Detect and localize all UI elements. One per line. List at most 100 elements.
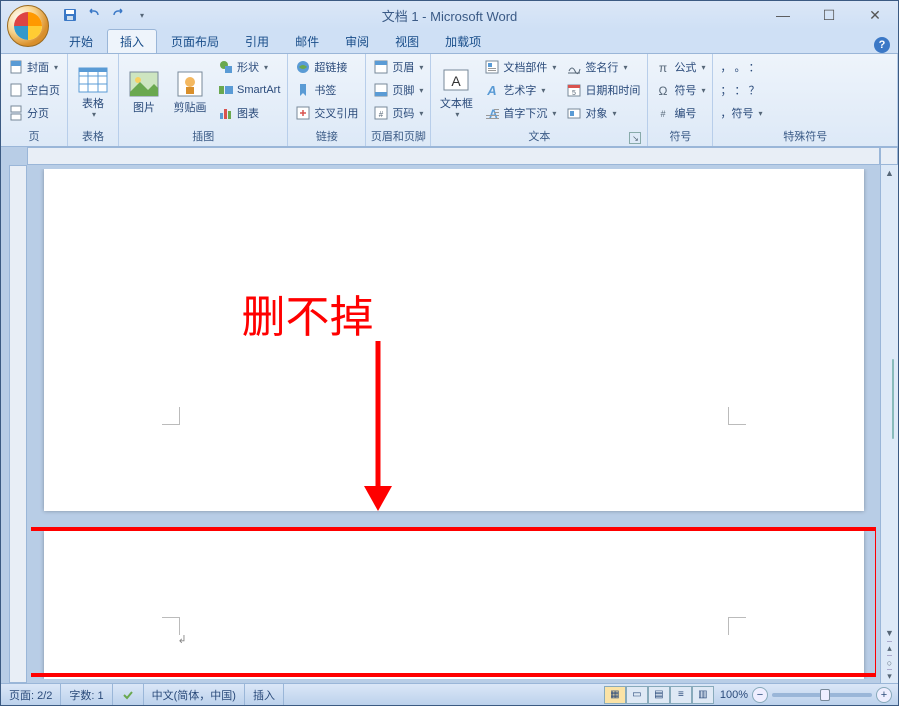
scroll-down-icon[interactable]: ▼ [881, 625, 898, 641]
page-number-button[interactable]: #页码▾ [370, 102, 426, 124]
group-label-text: 文本↘ [435, 126, 643, 146]
scroll-up-icon[interactable]: ▲ [881, 165, 898, 181]
tab-insert[interactable]: 插入 [107, 29, 157, 53]
redo-button[interactable] [107, 4, 129, 26]
table-button[interactable]: 表格▾ [72, 56, 114, 126]
vertical-ruler[interactable] [9, 165, 27, 683]
group-label-pages: 页 [5, 126, 63, 146]
smartart-button[interactable]: SmartArt [215, 79, 283, 101]
qat-customize[interactable]: ▾ [131, 4, 153, 26]
wordart-button[interactable]: A艺术字▾ [481, 79, 559, 101]
page-2[interactable]: ↲ [44, 531, 864, 679]
zoom-slider[interactable] [772, 693, 872, 697]
textbox-button[interactable]: A 文本框▾ [435, 56, 477, 126]
bookmark-button[interactable]: 书签 [292, 79, 361, 101]
cover-page-button[interactable]: 封面▾ [5, 56, 63, 78]
group-label-illustrations: 插图 [123, 126, 283, 146]
cross-reference-button[interactable]: 交叉引用 [292, 102, 361, 124]
blank-page-icon [8, 82, 24, 98]
page-1[interactable]: 删不掉 [44, 169, 864, 511]
punct-row-2[interactable]: ； ： ？ [717, 79, 765, 101]
shapes-button[interactable]: 形状▾ [215, 56, 283, 78]
view-full-screen[interactable]: ▭ [626, 686, 648, 704]
vertical-scrollbar[interactable]: ▲ ▼ ▴ ○ ▾ [880, 165, 898, 683]
browse-prev-icon[interactable]: ▴ [887, 641, 892, 655]
footer-button[interactable]: 页脚▾ [370, 79, 426, 101]
tab-view[interactable]: 视图 [383, 30, 431, 53]
help-icon[interactable]: ? [874, 37, 890, 53]
view-print-layout[interactable]: ▦ [604, 686, 626, 704]
tab-page-layout[interactable]: 页面布局 [159, 30, 231, 53]
word-window: ▾ 文档 1 - Microsoft Word — ☐ ✕ 开始 插入 页面布局… [0, 0, 899, 706]
undo-button[interactable] [83, 4, 105, 26]
status-language[interactable]: 中文(简体，中国) [144, 684, 245, 705]
blank-page-button[interactable]: 空白页 [5, 79, 63, 101]
group-symbols: π公式▾ Ω符号▾ #编号 符号 [648, 54, 713, 146]
close-button[interactable]: ✕ [852, 3, 898, 27]
tab-references[interactable]: 引用 [233, 30, 281, 53]
browse-object-icon[interactable]: ○ [887, 655, 892, 669]
view-draft[interactable]: ▥ [692, 686, 714, 704]
group-tables: 表格▾ 表格 [68, 54, 119, 146]
object-button[interactable]: 对象▾ [563, 102, 643, 124]
maximize-button[interactable]: ☐ [806, 3, 852, 27]
tab-mailings[interactable]: 邮件 [283, 30, 331, 53]
browse-next-icon[interactable]: ▾ [887, 669, 892, 683]
group-label-links: 链接 [292, 126, 361, 146]
numbering-icon: # [655, 105, 671, 121]
status-page[interactable]: 页面: 2/2 [1, 684, 61, 705]
page-canvas[interactable]: 删不掉 ↲ [31, 169, 876, 679]
textbox-icon: A [440, 64, 472, 96]
minimize-button[interactable]: — [760, 3, 806, 27]
picture-button[interactable]: 图片 [123, 56, 165, 126]
save-button[interactable] [59, 4, 81, 26]
ruler-toggle[interactable] [880, 147, 898, 165]
datetime-button[interactable]: 5日期和时间 [563, 79, 643, 101]
equation-icon: π [655, 59, 671, 75]
cross-ref-icon [295, 105, 311, 121]
status-proofing[interactable] [113, 684, 144, 705]
horizontal-ruler[interactable] [27, 147, 880, 165]
ribbon: 封面▾ 空白页 分页 页 表格▾ 表格 图片 [1, 53, 898, 147]
status-word-count[interactable]: 字数: 1 [61, 684, 112, 705]
hyperlink-button[interactable]: 超链接 [292, 56, 361, 78]
svg-text:Ω: Ω [659, 84, 668, 98]
group-label-special-symbols: 特殊符号 [717, 126, 893, 146]
scroll-thumb[interactable] [892, 359, 894, 439]
symbol-button[interactable]: Ω符号▾ [652, 79, 708, 101]
chart-button[interactable]: 图表 [215, 102, 283, 124]
quick-parts-button[interactable]: 文档部件▾ [481, 56, 559, 78]
signature-icon [566, 59, 582, 75]
picture-icon [128, 68, 160, 100]
group-header-footer: 页眉▾ 页脚▾ #页码▾ 页眉和页脚 [366, 54, 431, 146]
numbering-button[interactable]: #编号 [652, 102, 708, 124]
zoom-level[interactable]: 100% [720, 689, 748, 701]
punct-row-3[interactable]: ，符号▾ [717, 102, 765, 124]
header-icon [373, 59, 389, 75]
group-special-symbols: ， 。 ： ； ： ？ ，符号▾ 特殊符号 [713, 54, 898, 146]
svg-text:A: A [452, 73, 462, 89]
clipart-button[interactable]: 剪贴画 [169, 56, 211, 126]
zoom-out-button[interactable]: − [752, 687, 768, 703]
annotation-arrow-icon [358, 341, 398, 511]
group-label-symbols: 符号 [652, 126, 708, 146]
dialog-launcher-icon[interactable]: ↘ [629, 132, 641, 144]
view-outline[interactable]: ≡ [670, 686, 692, 704]
titlebar: ▾ 文档 1 - Microsoft Word — ☐ ✕ [1, 1, 898, 29]
tab-home[interactable]: 开始 [57, 30, 105, 53]
drop-cap-button[interactable]: A首字下沉▾ [481, 102, 559, 124]
page-break-button[interactable]: 分页 [5, 102, 63, 124]
punct-row-1[interactable]: ， 。 ： [717, 56, 765, 78]
status-insert-mode[interactable]: 插入 [245, 684, 284, 705]
tab-review[interactable]: 审阅 [333, 30, 381, 53]
window-controls: — ☐ ✕ [760, 3, 898, 27]
signature-line-button[interactable]: 签名行▾ [563, 56, 643, 78]
office-button[interactable] [7, 5, 49, 47]
zoom-in-button[interactable]: + [876, 687, 892, 703]
header-button[interactable]: 页眉▾ [370, 56, 426, 78]
zoom-knob[interactable] [820, 689, 830, 701]
equation-button[interactable]: π公式▾ [652, 56, 708, 78]
view-web-layout[interactable]: ▤ [648, 686, 670, 704]
group-illustrations: 图片 剪贴画 形状▾ SmartArt 图表 插图 [119, 54, 288, 146]
tab-addins[interactable]: 加载项 [433, 30, 493, 53]
